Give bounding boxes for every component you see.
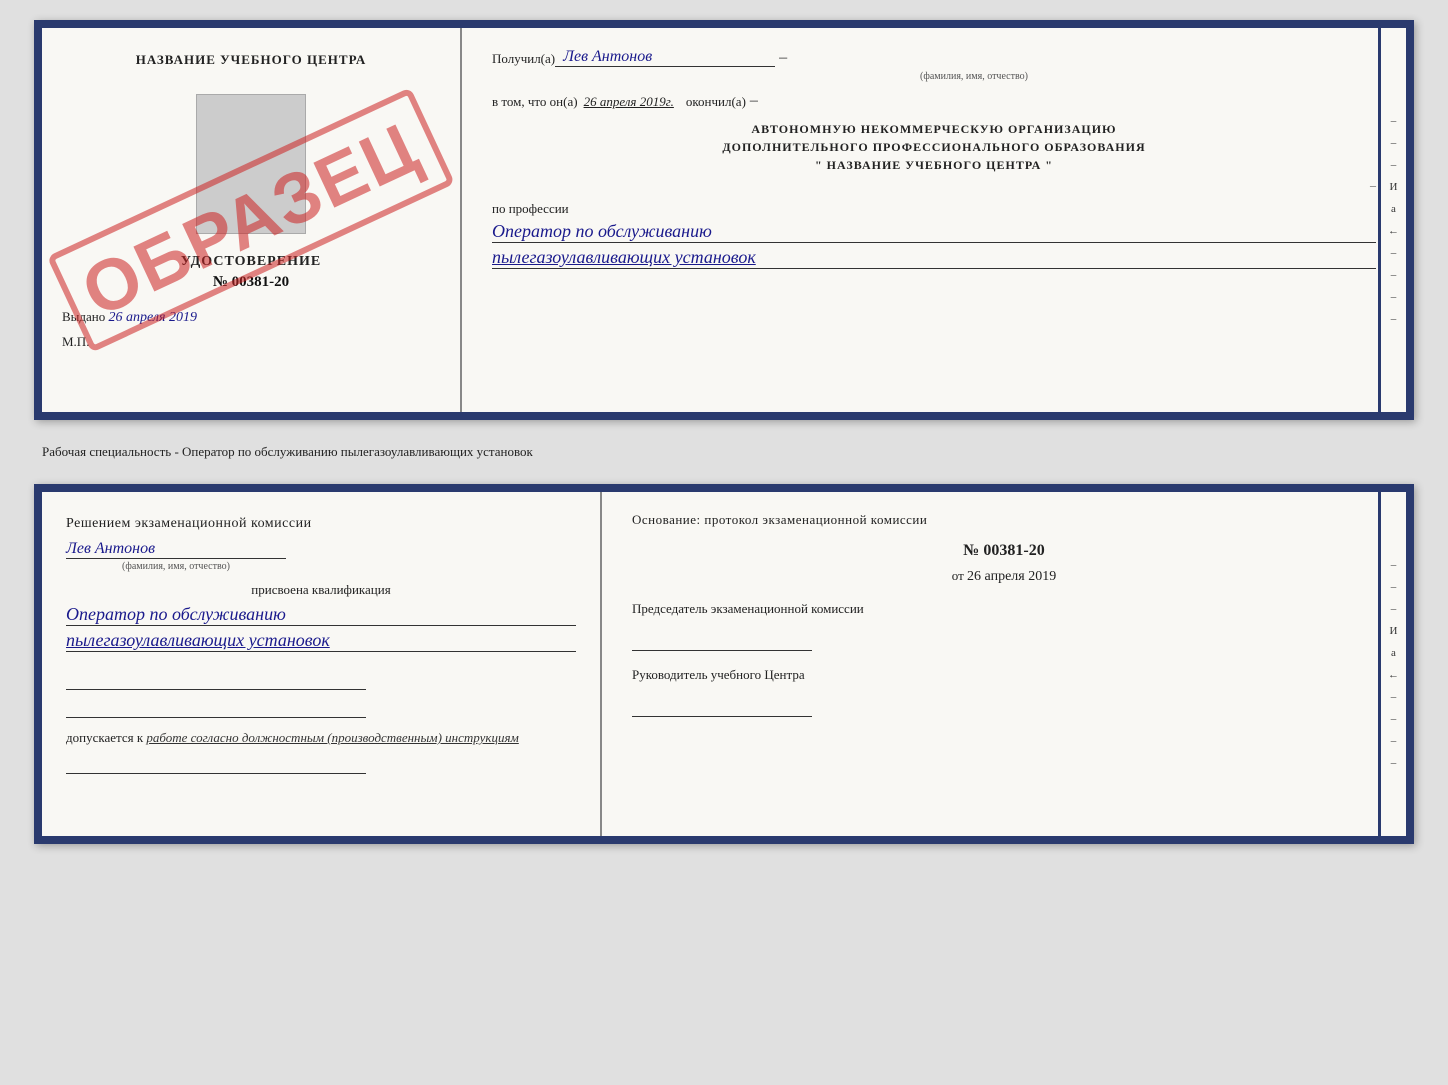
- vtom-row: в том, что он(а) 26 апреля 2019г. окончи…: [492, 92, 1376, 110]
- org-line2: ДОПОЛНИТЕЛЬНОГО ПРОФЕССИОНАЛЬНОГО ОБРАЗО…: [492, 138, 1376, 156]
- blank-line3: [66, 754, 366, 774]
- bottom-doc-left: Решением экзаменационной комиссии Лев Ан…: [42, 492, 602, 836]
- name-line: Лев Антонов: [66, 540, 286, 559]
- org-block: АВТОНОМНУЮ НЕКОММЕРЧЕСКУЮ ОРГАНИЗАЦИЮ ДО…: [492, 120, 1376, 174]
- fio-hint-bottom: (фамилия, имя, отчество): [66, 561, 286, 572]
- bottom-document: Решением экзаменационной комиссии Лев Ан…: [34, 484, 1414, 844]
- rukovoditel-label: Руководитель учебного Центра: [632, 667, 1376, 683]
- right-border-col-bottom: – – – И а ← – – – –: [1378, 492, 1406, 836]
- dopuskaetsya-label: допускается к: [66, 730, 143, 745]
- predsedatel-label: Председатель экзаменационной комиссии: [632, 601, 1376, 617]
- qual-line1-wrapper: Оператор по обслуживанию: [66, 604, 576, 626]
- org-line1: АВТОНОМНУЮ НЕКОММЕРЧЕСКУЮ ОРГАНИЗАЦИЮ: [492, 120, 1376, 138]
- blank-line1: [66, 666, 366, 690]
- name-value: Лев Антонов: [66, 540, 155, 557]
- ot-label: от: [952, 568, 964, 583]
- top-document: НАЗВАНИЕ УЧЕБНОГО ЦЕНТРА УДОСТОВЕРЕНИЕ №…: [34, 20, 1414, 420]
- right-border-col-top: – – – И а ← – – – –: [1378, 28, 1406, 412]
- fio-hint-row: (фамилия, имя, отчество): [572, 71, 1376, 82]
- predsedatel-line: [632, 621, 812, 651]
- profession-line2: пылегазоулавливающих установок: [492, 247, 756, 267]
- dopuskaetsya-row: допускается к работе согласно должностны…: [66, 730, 576, 746]
- profession-line1-wrapper: Оператор по обслуживанию: [492, 221, 1376, 243]
- poluchil-label: Получил(а): [492, 51, 555, 67]
- vtom-date: 26 апреля 2019г.: [584, 94, 674, 110]
- doc-number-top: № 00381-20: [213, 274, 289, 291]
- poluchil-row: Получил(а) Лев Антонов –: [492, 48, 1376, 67]
- prisvoena-label: присвоена квалификация: [66, 582, 576, 598]
- profession-line1: Оператор по обслуживанию: [492, 221, 712, 241]
- dash2: –: [750, 92, 758, 110]
- qual-line1: Оператор по обслуживанию: [66, 604, 286, 624]
- dopuskaetsya-value: работе согласно должностным (производств…: [146, 730, 518, 745]
- middle-text: Рабочая специальность - Оператор по обсл…: [34, 438, 1414, 466]
- qual-line2-wrapper: пылегазоулавливающих установок: [66, 630, 576, 652]
- vydano-line: Выдано 26 апреля 2019: [62, 309, 440, 326]
- bottom-number: № 00381-20: [632, 542, 1376, 560]
- udostoverenie-label: УДОСТОВЕРЕНИЕ: [181, 254, 321, 270]
- osnovanie-label: Основание: протокол экзаменационной коми…: [632, 512, 1376, 528]
- poluchil-value: Лев Антонов: [555, 48, 775, 67]
- bottom-doc-right: Основание: протокол экзаменационной коми…: [602, 492, 1406, 836]
- po-professii-label: по профессии: [492, 201, 1376, 217]
- vydano-label: Выдано: [62, 309, 105, 324]
- right-dashes: –: [492, 178, 1376, 193]
- ot-row: от 26 апреля 2019: [632, 568, 1376, 585]
- rukovoditel-line: [632, 687, 812, 717]
- top-doc-center-title: НАЗВАНИЕ УЧЕБНОГО ЦЕНТРА: [136, 52, 367, 68]
- okonchill-label: окончил(а): [686, 94, 746, 110]
- fio-hint: (фамилия, имя, отчество): [572, 71, 1376, 82]
- top-doc-right: Получил(а) Лев Антонов – (фамилия, имя, …: [462, 28, 1406, 412]
- org-line3: " НАЗВАНИЕ УЧЕБНОГО ЦЕНТРА ": [492, 156, 1376, 174]
- vtom-label: в том, что он(а): [492, 94, 578, 110]
- vydano-date: 26 апреля 2019: [109, 310, 197, 325]
- profession-line2-wrapper: пылегазоулавливающих установок: [492, 247, 1376, 269]
- resheniem-label: Решением экзаменационной комиссии: [66, 516, 576, 532]
- ot-date: 26 апреля 2019: [967, 569, 1056, 584]
- top-doc-left: НАЗВАНИЕ УЧЕБНОГО ЦЕНТРА УДОСТОВЕРЕНИЕ №…: [42, 28, 462, 412]
- qual-line2: пылегазоулавливающих установок: [66, 630, 330, 650]
- blank-line2: [66, 694, 366, 718]
- photo-placeholder: [196, 94, 306, 234]
- mp-label: М.П.: [62, 334, 89, 350]
- dash1: –: [779, 49, 787, 67]
